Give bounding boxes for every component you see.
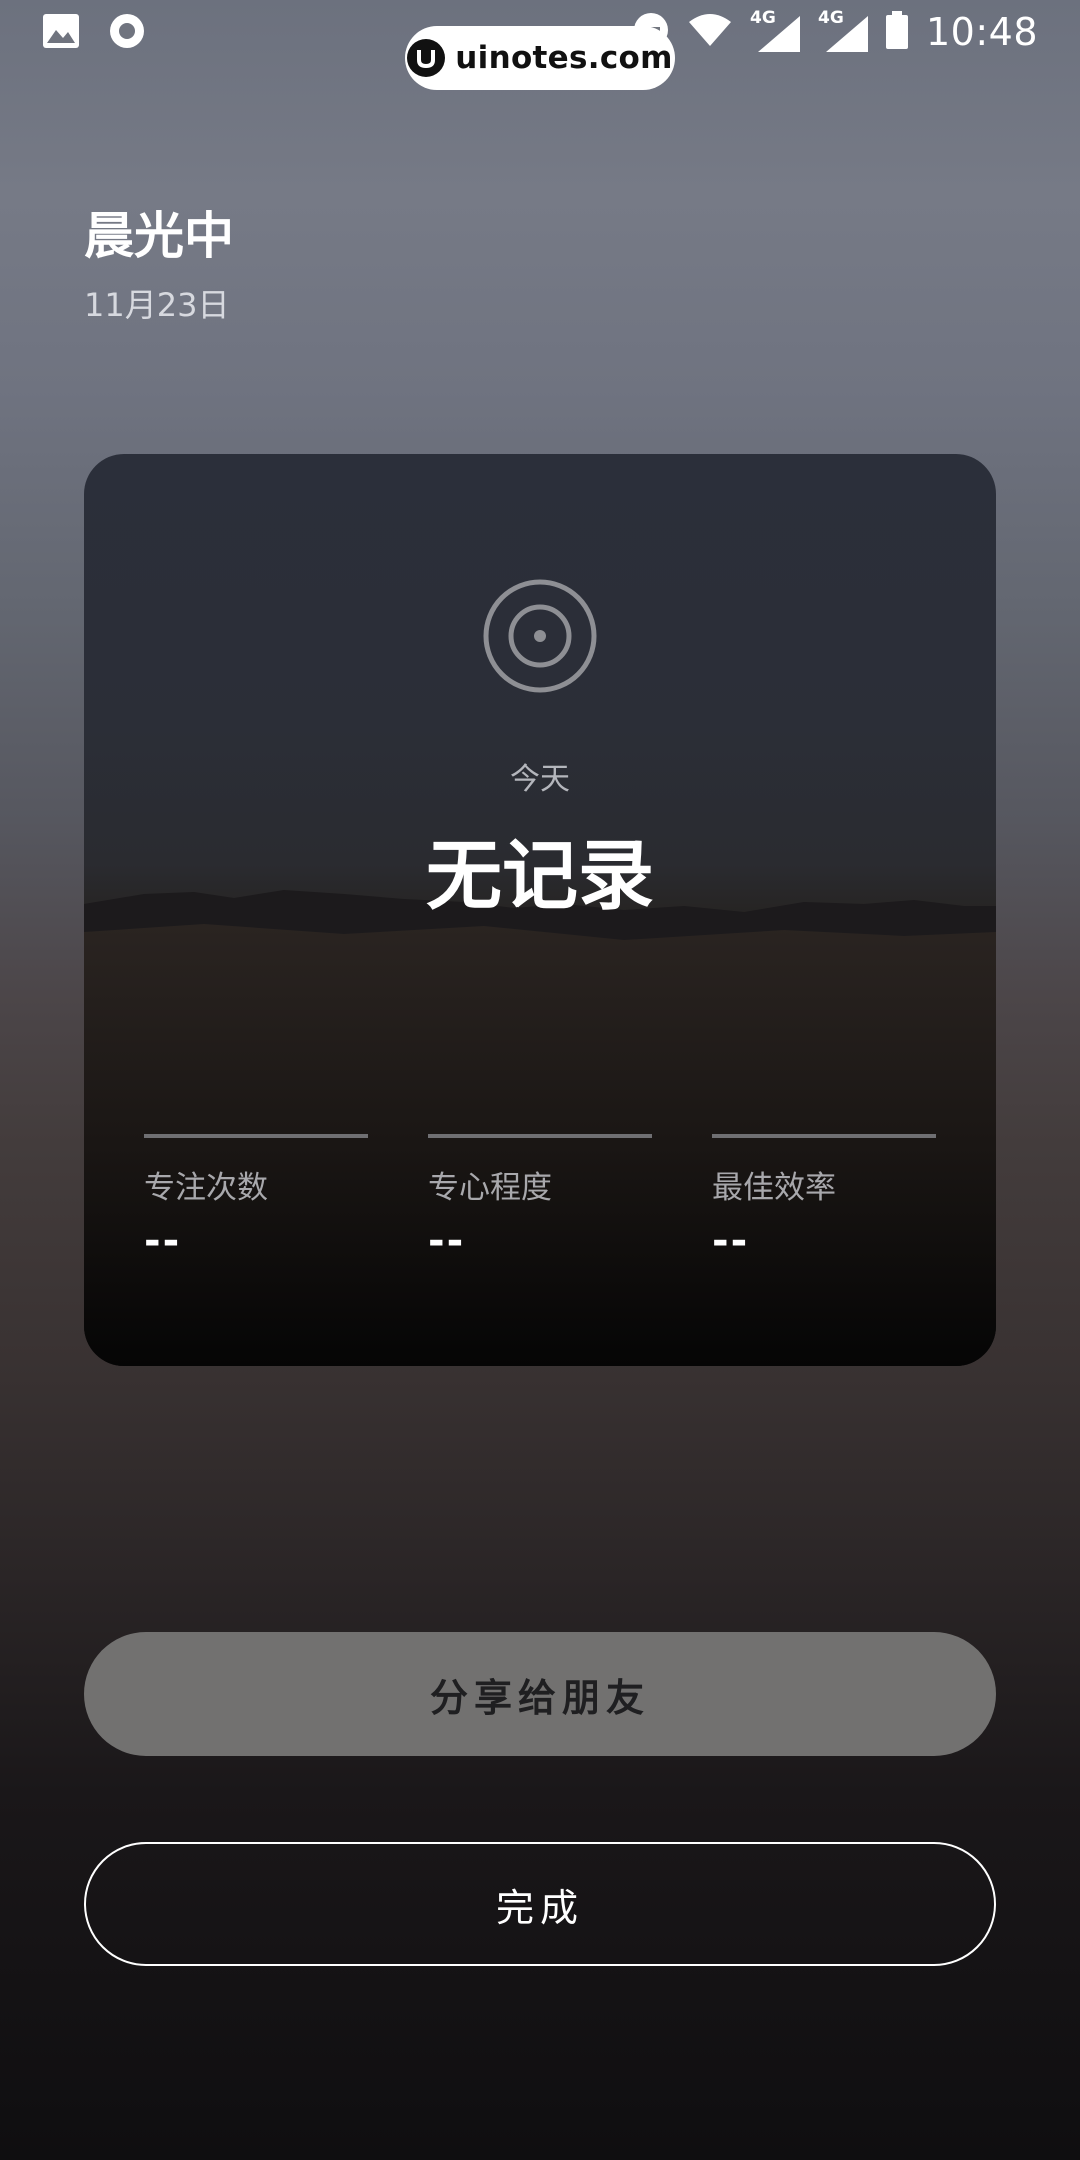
- page-date: 11月23日: [84, 286, 230, 324]
- wifi-icon: [688, 12, 732, 52]
- system-icons: 4G 4G 10:48: [632, 8, 1038, 56]
- stat-label: 专心程度: [428, 1170, 552, 1206]
- circle-icon: [108, 12, 146, 54]
- watermark-badge: uinotes.com: [405, 26, 675, 90]
- focus-summary-card: 今天 无记录 专注次数 -- 专心程度 -- 最佳效率 --: [84, 454, 996, 1366]
- signal-icon: 4G: [750, 8, 800, 52]
- signal-icon: 4G: [818, 8, 868, 52]
- stat-label: 最佳效率: [712, 1170, 836, 1206]
- done-button[interactable]: 完成: [84, 1842, 996, 1966]
- battery-icon: [885, 11, 908, 53]
- notification-icons: [42, 12, 146, 54]
- stat-best-efficiency: 最佳效率 --: [712, 1134, 936, 1284]
- watermark-text: uinotes.com: [455, 40, 673, 76]
- page-title: 晨光中: [84, 207, 234, 265]
- stat-value: --: [144, 1218, 182, 1264]
- stat-divider: [144, 1134, 368, 1138]
- record-status: 无记录: [426, 831, 654, 920]
- share-button[interactable]: 分享给朋友: [84, 1632, 996, 1756]
- image-icon: [42, 13, 80, 53]
- clock: 10:48: [925, 10, 1038, 54]
- target-icon: [483, 579, 597, 693]
- stat-concentration: 专心程度 --: [428, 1134, 652, 1284]
- stat-focus-count: 专注次数 --: [144, 1134, 368, 1284]
- stat-divider: [712, 1134, 936, 1138]
- stat-label: 专注次数: [144, 1170, 268, 1206]
- stat-divider: [428, 1134, 652, 1138]
- today-label: 今天: [510, 762, 570, 797]
- stat-value: --: [428, 1218, 466, 1264]
- stats-row: 专注次数 -- 专心程度 -- 最佳效率 --: [144, 1134, 936, 1284]
- stat-value: --: [712, 1218, 750, 1264]
- uinotes-logo-icon: [407, 39, 446, 77]
